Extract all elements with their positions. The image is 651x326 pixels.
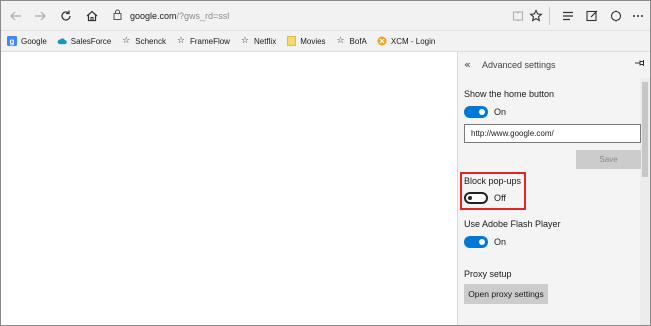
home-icon[interactable] bbox=[81, 5, 103, 27]
star-icon[interactable] bbox=[525, 5, 547, 27]
lock-icon bbox=[113, 9, 122, 23]
favorite-frameflow[interactable]: ☆ FrameFlow bbox=[176, 36, 230, 46]
arrow-left-icon[interactable] bbox=[5, 5, 27, 27]
folder-icon bbox=[286, 36, 296, 46]
favorite-netflix[interactable]: ☆ Netflix bbox=[240, 36, 276, 46]
flash-setting-label: Use Adobe Flash Player bbox=[464, 219, 561, 229]
save-button[interactable]: Save bbox=[576, 150, 641, 169]
favorite-label: Schenck bbox=[135, 36, 166, 46]
popups-state: Off bbox=[494, 193, 506, 203]
svg-text:g: g bbox=[10, 37, 15, 46]
star-outline-icon: ☆ bbox=[176, 36, 185, 46]
proxy-setup-label: Proxy setup bbox=[464, 269, 512, 279]
web-page-content[interactable] bbox=[1, 52, 457, 325]
favorite-bofa[interactable]: ☆ BofA bbox=[336, 36, 367, 46]
popups-setting-label: Block pop-ups bbox=[464, 176, 522, 186]
double-chevron-left-icon[interactable]: « bbox=[464, 58, 471, 71]
browser-toolbar: google.com/?gws_rd=ssl bbox=[1, 1, 650, 31]
favorite-label: Google bbox=[21, 36, 47, 46]
star-outline-icon: ☆ bbox=[240, 36, 249, 46]
favorite-movies[interactable]: Movies bbox=[286, 36, 326, 46]
address-bar[interactable]: google.com/?gws_rd=ssl bbox=[113, 5, 543, 27]
panel-title: Advanced settings bbox=[482, 60, 556, 70]
popups-toggle[interactable] bbox=[464, 192, 488, 204]
flash-toggle[interactable] bbox=[464, 236, 488, 248]
toolbar-divider bbox=[549, 7, 550, 25]
refresh-icon[interactable] bbox=[55, 5, 77, 27]
home-url-input[interactable] bbox=[464, 124, 641, 143]
address-path: /?gws_rd=ssl bbox=[176, 11, 230, 21]
favorite-schenck[interactable]: ☆ Schenck bbox=[121, 36, 166, 46]
settings-panel: « Advanced settings Show the home button… bbox=[457, 52, 650, 325]
favorite-label: Movies bbox=[300, 36, 326, 46]
favorites-bar: g Google SalesForce ☆ Schenck ☆ FrameFlo… bbox=[1, 31, 650, 52]
star-outline-icon: ☆ bbox=[336, 36, 345, 46]
star-outline-icon: ☆ bbox=[122, 36, 131, 46]
pin-icon[interactable] bbox=[634, 58, 645, 71]
panel-scrollbar-thumb[interactable] bbox=[642, 82, 648, 177]
pen-note-icon[interactable] bbox=[581, 5, 603, 27]
favorite-label: BofA bbox=[349, 36, 367, 46]
browser-window: google.com/?gws_rd=ssl g Google SalesFor… bbox=[0, 0, 651, 326]
favorite-google[interactable]: g Google bbox=[7, 36, 47, 46]
home-button-toggle[interactable] bbox=[464, 106, 488, 118]
favorite-salesforce[interactable]: SalesForce bbox=[57, 36, 111, 46]
favorite-label: FrameFlow bbox=[189, 36, 230, 46]
open-proxy-settings-button[interactable]: Open proxy settings bbox=[464, 284, 548, 304]
flash-state: On bbox=[494, 237, 507, 247]
share-icon[interactable] bbox=[605, 5, 627, 27]
address-host: google.com bbox=[130, 11, 177, 21]
favorite-label: Netflix bbox=[253, 36, 277, 46]
home-button-state: On bbox=[494, 107, 507, 117]
favorite-xcm-login[interactable]: XCM - Login bbox=[377, 36, 435, 46]
favorite-label: XCM - Login bbox=[390, 36, 436, 46]
google-icon: g bbox=[7, 36, 17, 46]
more-icon[interactable] bbox=[627, 5, 649, 27]
favorite-label: SalesForce bbox=[70, 36, 112, 46]
home-button-setting-label: Show the home button bbox=[464, 89, 555, 99]
xcm-icon bbox=[377, 36, 387, 46]
hub-icon[interactable] bbox=[557, 5, 579, 27]
cloud-icon bbox=[57, 36, 67, 46]
panel-header: « Advanced settings bbox=[458, 52, 650, 78]
arrow-right-icon[interactable] bbox=[29, 5, 51, 27]
